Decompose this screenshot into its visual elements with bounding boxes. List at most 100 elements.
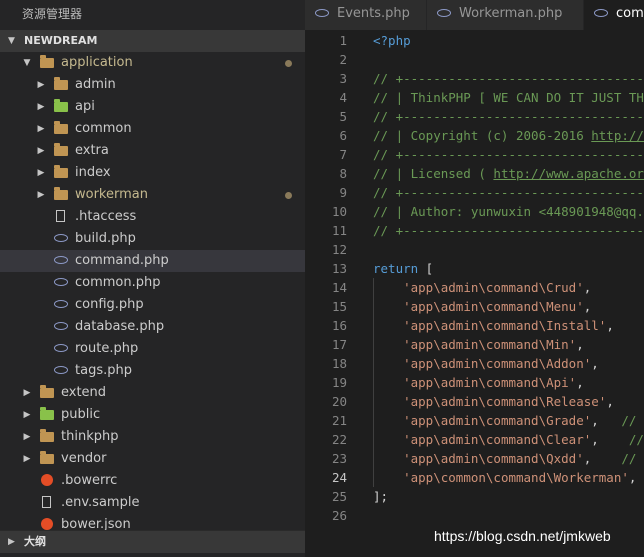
tree-item-label: vendor xyxy=(61,451,107,466)
code-line: // +------------------------------------… xyxy=(373,69,644,88)
tree-item[interactable]: database.php xyxy=(0,316,305,338)
chevron-right-icon[interactable]: ▶ xyxy=(22,382,32,404)
code-token: // xyxy=(614,394,644,409)
tree-item[interactable]: .env.sample xyxy=(0,492,305,514)
tree-item[interactable]: ▶ admin xyxy=(0,74,305,96)
folder-icon xyxy=(54,77,70,92)
tree-item[interactable]: ▶ api xyxy=(0,96,305,118)
outline-label: 大纲 xyxy=(24,535,46,548)
line-number: 6 xyxy=(339,128,347,143)
code-line: 'app\common\command\Workerman', xyxy=(373,468,636,487)
code-editor[interactable]: 1 <?php 2 3// +----------------------------… xyxy=(305,30,644,557)
line-number: 2 xyxy=(339,52,347,67)
line-number: 16 xyxy=(331,318,347,333)
tree-item[interactable]: bower.json xyxy=(0,514,305,530)
tree-item[interactable]: ▶ index xyxy=(0,162,305,184)
code-token: 'app\admin\command\Menu' xyxy=(403,299,584,314)
tree-item-label: .env.sample xyxy=(61,495,140,510)
file-icon xyxy=(54,210,70,224)
code-token: http://thinkphp.cn xyxy=(591,128,644,143)
code-token: 'app\admin\command\Api' xyxy=(403,375,577,390)
chevron-right-icon[interactable]: ▶ xyxy=(22,404,32,426)
bower-file-icon xyxy=(40,518,56,530)
code-token: // +------------------------------------… xyxy=(373,71,644,86)
tree-item[interactable]: ▼ application xyxy=(0,52,305,74)
tree-item[interactable]: ▶ public xyxy=(0,404,305,426)
chevron-right-icon: ▶ xyxy=(8,537,15,547)
line-number: 14 xyxy=(331,280,347,295)
tree-item-label: database.php xyxy=(75,319,165,334)
code-line: return [ xyxy=(373,259,433,278)
tree-item-label: common.php xyxy=(75,275,161,290)
chevron-right-icon[interactable]: ▶ xyxy=(22,448,32,470)
code-token: return xyxy=(373,261,419,276)
tree-item[interactable]: ▶ extra xyxy=(0,140,305,162)
folder-icon xyxy=(54,165,70,180)
chevron-right-icon[interactable]: ▶ xyxy=(36,118,46,140)
tree-item[interactable]: ▶ thinkphp xyxy=(0,426,305,448)
tree-item[interactable]: route.php xyxy=(0,338,305,360)
tree-item-label: api xyxy=(75,99,95,114)
tree-item[interactable]: ▶ common xyxy=(0,118,305,140)
tree-item[interactable]: common.php xyxy=(0,272,305,294)
explorer-sidebar: 资源管理器 ▼ NEWDREAM ▼ application ▶ admin ▶ api ▶… xyxy=(0,0,305,557)
line-number: 23 xyxy=(331,451,347,466)
php-file-icon xyxy=(54,232,70,246)
tree-item-label: config.php xyxy=(75,297,144,312)
tree-item[interactable]: ▶ vendor xyxy=(0,448,305,470)
tree-item-label: build.php xyxy=(75,231,136,246)
tree-item-label: index xyxy=(75,165,111,180)
editor-tab[interactable]: Events.php xyxy=(305,0,426,30)
code-token: 'app\admin\command\Crud' xyxy=(403,280,584,295)
chevron-right-icon[interactable]: ▶ xyxy=(36,140,46,162)
tree-item-label: .htaccess xyxy=(75,209,137,224)
workspace-section-header[interactable]: ▼ NEWDREAM xyxy=(0,30,305,52)
folder-icon xyxy=(54,187,70,202)
file-tree: ▼ application ▶ admin ▶ api ▶ common ▶ extra ▶ inde… xyxy=(0,52,305,530)
line-number: 25 xyxy=(331,489,347,504)
tree-item-label: route.php xyxy=(75,341,139,356)
tree-item[interactable]: .bowerrc xyxy=(0,470,305,492)
folder-icon xyxy=(54,121,70,136)
chevron-right-icon[interactable]: ▶ xyxy=(36,74,46,96)
tree-item-label: admin xyxy=(75,77,116,92)
chevron-right-icon[interactable]: ▶ xyxy=(36,96,46,118)
code-line: // | Licensed ( http://www.apache.org/li… xyxy=(373,164,644,183)
modified-indicator xyxy=(285,60,292,67)
chevron-right-icon[interactable]: ▶ xyxy=(22,426,32,448)
code-line: 'app\admin\command\Release', // xyxy=(373,392,644,411)
tab-label: Workerman.php xyxy=(459,6,563,21)
folder-icon xyxy=(40,451,56,466)
line-number: 4 xyxy=(339,90,347,105)
code-token: // +------------------------------------… xyxy=(373,185,644,200)
chevron-right-icon[interactable]: ▶ xyxy=(36,184,46,206)
tree-item[interactable]: .htaccess xyxy=(0,206,305,228)
code-token: // +------------------------------------… xyxy=(373,147,644,162)
chevron-right-icon[interactable]: ▶ xyxy=(36,162,46,184)
code-token: <?php xyxy=(373,33,411,48)
outline-section-header[interactable]: ▶ 大纲 xyxy=(0,530,305,553)
tree-item[interactable]: ▶ extend xyxy=(0,382,305,404)
file-icon xyxy=(40,496,56,510)
code-token: // xyxy=(598,432,644,447)
tree-item[interactable]: config.php xyxy=(0,294,305,316)
tree-item-label: common xyxy=(75,121,132,136)
line-number: 19 xyxy=(331,375,347,390)
line-number: 9 xyxy=(339,185,347,200)
line-number: 15 xyxy=(331,299,347,314)
tree-item[interactable]: tags.php xyxy=(0,360,305,382)
editor-tab[interactable]: Workerman.php xyxy=(427,0,583,30)
modified-indicator xyxy=(285,192,292,199)
tree-item[interactable]: ▶ workerman xyxy=(0,184,305,206)
editor-tab[interactable]: comm xyxy=(584,0,644,30)
chevron-down-icon[interactable]: ▼ xyxy=(22,52,32,74)
code-line: <?php xyxy=(373,31,411,50)
tree-item[interactable]: build.php xyxy=(0,228,305,250)
code-line: // +------------------------------------… xyxy=(373,107,644,126)
tree-item[interactable]: command.php xyxy=(0,250,305,272)
